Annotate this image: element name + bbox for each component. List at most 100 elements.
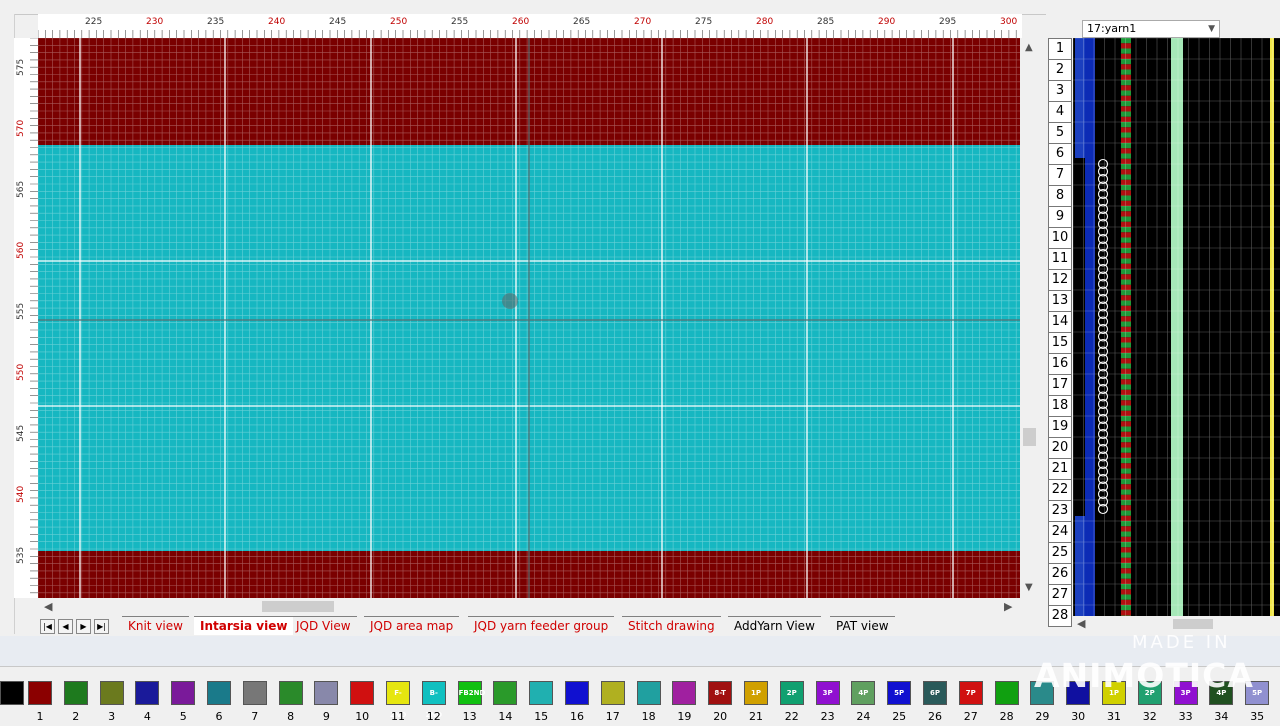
prev-tab-icon[interactable]: ◀	[58, 619, 73, 634]
grid-canvas[interactable]	[38, 38, 1020, 598]
horizontal-scrollbar[interactable]: ◀ ▶	[38, 598, 1022, 615]
yarn-row-number[interactable]: 6	[1048, 143, 1072, 165]
yarn-row-number[interactable]: 5	[1048, 122, 1072, 144]
vertical-ruler: 575 570 565 560 555 550 545 540 535	[14, 38, 38, 598]
stitch-icon-label: 1P	[750, 689, 761, 697]
yarn-row-number[interactable]: 13	[1048, 290, 1072, 312]
ruler-label-top: 300	[1000, 17, 1018, 27]
stitch-palette-number: 23	[820, 710, 835, 723]
yarn-row-number[interactable]: 23	[1048, 500, 1072, 522]
stitch-palette-number: 12	[426, 710, 441, 723]
yarn-row-number[interactable]: 3	[1048, 80, 1072, 102]
yarn-row-number[interactable]: 14	[1048, 311, 1072, 333]
yarn-row-number[interactable]: 26	[1048, 563, 1072, 585]
tab-stitch-drawing[interactable]: Stitch drawing	[622, 616, 721, 635]
tab-addyarn-view[interactable]: AddYarn View	[728, 616, 821, 635]
yarn-row-number[interactable]: 9	[1048, 206, 1072, 228]
yarn-panel-scrollbar[interactable]: ◀	[1073, 617, 1280, 631]
tab-pat-view[interactable]: PAT view	[830, 616, 895, 635]
stitch-palette-icon[interactable]: 4P	[851, 681, 876, 705]
stitch-palette-icon[interactable]: 7P	[958, 681, 983, 705]
yarn-row-number[interactable]: 8	[1048, 185, 1072, 207]
yarn-row-number[interactable]: 12	[1048, 269, 1072, 291]
stitch-palette-icon[interactable]	[242, 681, 267, 705]
stitch-palette-icon[interactable]	[636, 681, 661, 705]
stitch-palette-icon[interactable]: 5P	[887, 681, 912, 705]
yarn-row-number[interactable]: 28	[1048, 605, 1072, 627]
stitch-palette-icon[interactable]	[135, 681, 160, 705]
yarn-row-number[interactable]: 18	[1048, 395, 1072, 417]
tab-jqd-yarn-feeder-group[interactable]: JQD yarn feeder group	[468, 616, 615, 635]
yarn-row-number[interactable]: 2	[1048, 59, 1072, 81]
stitch-palette-icon[interactable]	[600, 681, 625, 705]
ruler-label-top: 290	[878, 17, 896, 27]
intarsia-grid[interactable]	[38, 38, 1020, 598]
scroll-thumb-horizontal[interactable]	[262, 601, 334, 612]
tab-knit-view[interactable]: Knit view	[122, 616, 189, 635]
last-tab-icon[interactable]: ▶|	[94, 619, 109, 634]
yarn-blue-column	[1085, 38, 1095, 616]
yarn-row-number[interactable]: 16	[1048, 353, 1072, 375]
vertical-scrollbar[interactable]: ▲ ▼	[1021, 38, 1038, 598]
stitch-palette-icon[interactable]	[63, 681, 88, 705]
yarn-row-number[interactable]: 22	[1048, 479, 1072, 501]
ruler-label-top: 225	[85, 17, 103, 27]
yarn-row-number[interactable]: 21	[1048, 458, 1072, 480]
stitch-palette-icon[interactable]	[350, 681, 375, 705]
yarn-row-number[interactable]: 7	[1048, 164, 1072, 186]
scroll-right-arrow-icon[interactable]: ▶	[1004, 600, 1012, 613]
yarn-row-number[interactable]: 20	[1048, 437, 1072, 459]
stitch-palette-icon[interactable]	[994, 681, 1019, 705]
stitch-palette-icon[interactable]: F-2ND	[386, 681, 410, 719]
scroll-up-arrow-icon[interactable]: ▲	[1025, 42, 1033, 53]
tab-jqd-area-map[interactable]: JQD area map	[364, 616, 460, 635]
yarn-row-number[interactable]: 15	[1048, 332, 1072, 354]
scroll-left-arrow-icon[interactable]: ◀	[44, 600, 52, 613]
yarn-row-number[interactable]: 10	[1048, 227, 1072, 249]
watermark-line2: ANIMOTICA	[1034, 656, 1254, 695]
stitch-palette-icon[interactable]	[171, 681, 196, 705]
stitch-palette-number: 17	[605, 710, 620, 723]
chevron-down-icon[interactable]: ▼	[1208, 21, 1215, 37]
yarn-row-number[interactable]: 17	[1048, 374, 1072, 396]
stitch-palette-number: 27	[963, 710, 978, 723]
scroll-left-arrow-icon[interactable]: ◀	[1077, 617, 1085, 630]
stitch-palette-icon[interactable]	[207, 681, 231, 705]
view-tabs-bar: |◀ ◀ ▶ ▶| Knit view Intarsia view JQD Vi…	[38, 616, 1038, 636]
yarn-row-number[interactable]: 1	[1048, 38, 1072, 60]
yarn-feeder-canvas[interactable]	[1073, 38, 1280, 616]
stitch-palette-icon[interactable]	[99, 681, 124, 705]
stitch-palette-icon[interactable]	[493, 681, 518, 705]
stitch-palette-icon[interactable]	[672, 681, 697, 705]
scroll-down-arrow-icon[interactable]: ▼	[1025, 582, 1033, 593]
ruler-label-top: 280	[756, 17, 774, 27]
stitch-palette-icon[interactable]	[0, 681, 24, 705]
first-tab-icon[interactable]: |◀	[40, 619, 55, 634]
stitch-palette-icon[interactable]	[529, 681, 554, 705]
scroll-thumb[interactable]	[1023, 428, 1036, 446]
yarn-selector[interactable]: 17:yarn1 ▼	[1082, 20, 1220, 38]
stitch-palette-icon[interactable]: 2P	[779, 681, 804, 705]
stitch-palette-icon[interactable]: 6P	[923, 681, 947, 705]
stitch-palette-icon[interactable]	[28, 681, 52, 705]
stitch-palette-icon[interactable]	[278, 681, 303, 705]
tab-intarsia-view[interactable]: Intarsia view	[194, 616, 294, 635]
yarn-row-number[interactable]: 25	[1048, 542, 1072, 564]
yarn-row-number[interactable]: 11	[1048, 248, 1072, 270]
stitch-palette-icon[interactable]: FB2ND	[457, 681, 485, 705]
stitch-palette-icon[interactable]: 8-T	[708, 681, 733, 705]
scroll-thumb-horizontal[interactable]	[1173, 619, 1213, 629]
stitch-palette-icon[interactable]: B-2ND	[421, 681, 446, 719]
yarn-row-number[interactable]: 4	[1048, 101, 1072, 123]
tab-jqd-view[interactable]: JQD View	[290, 616, 357, 635]
yarn-row-number[interactable]: 19	[1048, 416, 1072, 438]
yarn-row-number[interactable]: 24	[1048, 521, 1072, 543]
stitch-palette-icon[interactable]	[314, 681, 339, 705]
stitch-palette-icon[interactable]: 3P	[815, 681, 840, 705]
stitch-icon-label: 5P	[894, 689, 905, 697]
yarn-feeder-grid[interactable]	[1073, 38, 1280, 616]
stitch-palette-icon[interactable]: 1P	[744, 681, 768, 705]
yarn-row-number[interactable]: 27	[1048, 584, 1072, 606]
stitch-palette-icon[interactable]	[565, 681, 589, 705]
next-tab-icon[interactable]: ▶	[76, 619, 91, 634]
